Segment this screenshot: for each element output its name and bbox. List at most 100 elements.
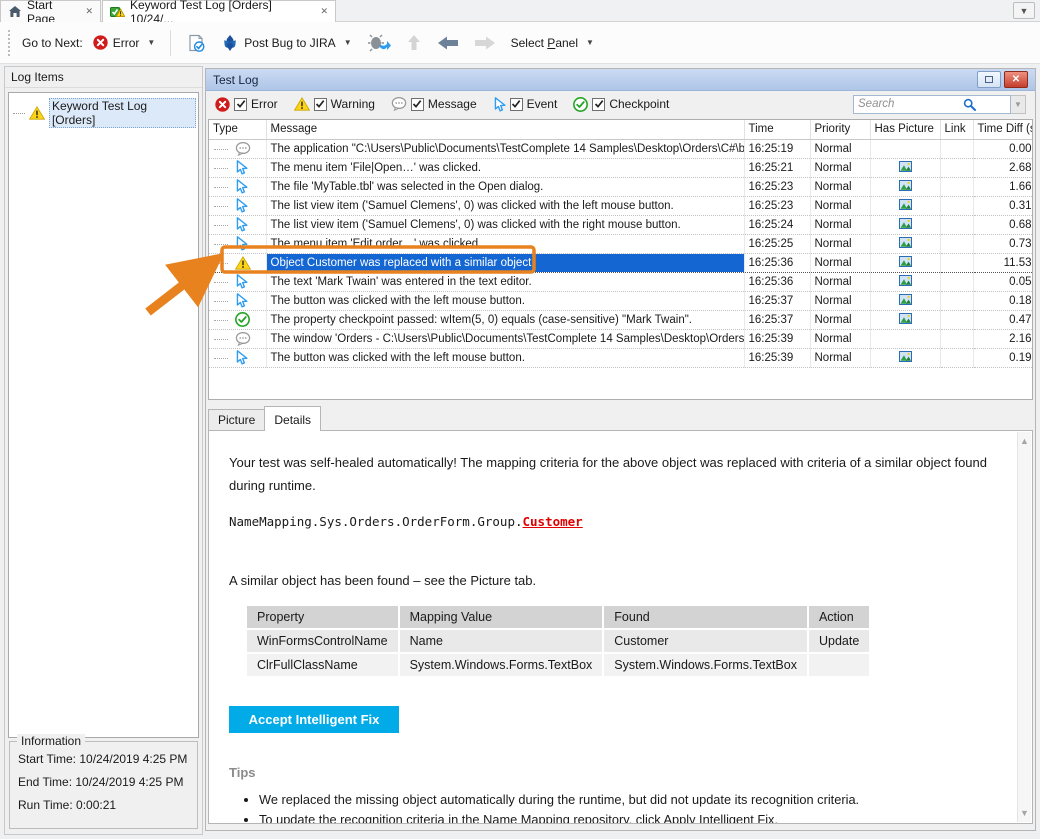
test-log-titlebar[interactable]: Test Log ✕ [206,69,1035,91]
log-row-haspicture [870,253,940,272]
log-row-time: 16:25:21 [744,158,810,177]
checklist-button[interactable] [181,30,211,56]
panel-close-button[interactable]: ✕ [1004,71,1028,88]
scroll-down-icon[interactable]: ▼ [1020,808,1029,818]
back-button[interactable] [432,32,464,54]
filter-message: Message [391,97,477,111]
tab-picture[interactable]: Picture [208,409,265,431]
log-row-priority: Normal [810,234,870,253]
checklist-icon [186,33,206,53]
scroll-up-icon[interactable]: ▲ [1020,436,1029,446]
checkbox-warning[interactable] [314,98,327,111]
log-row[interactable]: The application "C:\Users\Public\Documen… [209,139,1033,158]
log-row-link [940,177,973,196]
log-row[interactable]: The menu item 'Edit order…' was clicked.… [209,234,1033,253]
customer-object-link[interactable]: Customer [523,514,583,529]
close-icon[interactable]: ✕ [320,6,328,17]
log-row-link [940,329,973,348]
log-row-priority: Normal [810,139,870,158]
log-row-time: 16:25:36 [744,272,810,291]
event-icon [235,236,248,251]
toolbar-grip[interactable] [8,30,11,56]
details-scrollbar[interactable]: ▲ ▼ [1017,432,1031,822]
mapping-cell: WinFormsControlName [247,630,398,652]
close-icon[interactable]: ✕ [85,6,93,17]
log-row-timediff: 2.16 [973,329,1033,348]
picture-icon [899,220,912,232]
home-icon [8,5,22,18]
log-row-timediff: 0.73 [973,234,1033,253]
log-row[interactable]: The button was clicked with the left mou… [209,348,1033,367]
mapping-table: PropertyMapping ValueFoundAction WinForm… [245,604,871,678]
log-row-haspicture [870,310,940,329]
log-row[interactable]: The menu item 'File|Open…' was clicked.1… [209,158,1033,177]
log-row-timediff: 0.47 [973,310,1033,329]
log-row[interactable]: The window 'Orders - C:\Users\Public\Doc… [209,329,1033,348]
log-row[interactable]: Object Customer was replaced with a simi… [209,253,1033,272]
panel-restore-button[interactable] [977,71,1001,88]
testlog-icon [110,5,125,19]
search-dropdown-button[interactable]: ▼ [1011,95,1026,114]
log-row[interactable]: The list view item ('Samuel Clemens', 0)… [209,196,1033,215]
filter-label: Event [527,97,558,111]
forward-arrow-icon [474,35,496,51]
log-row-message: The button was clicked with the left mou… [266,291,744,310]
column-header-type[interactable]: Type [209,120,266,139]
log-row-haspicture [870,215,940,234]
column-header-time[interactable]: Time [744,120,810,139]
information-title: Information [17,734,85,748]
picture-icon [899,315,912,327]
picture-icon [899,277,912,289]
log-table-body: The application "C:\Users\Public\Documen… [209,139,1033,367]
log-row-priority: Normal [810,177,870,196]
rerun-bug-button[interactable] [362,31,396,55]
accept-intelligent-fix-button[interactable]: Accept Intelligent Fix [229,706,399,733]
checkbox-event[interactable] [510,98,523,111]
log-row-haspicture [870,158,940,177]
column-header-has-picture[interactable]: Has Picture [870,120,940,139]
tab-keyword-test-log[interactable]: Keyword Test Log [Orders] 10/24/... ✕ [102,0,336,22]
log-row[interactable]: The button was clicked with the left mou… [209,291,1033,310]
column-header-priority[interactable]: Priority [810,120,870,139]
log-row-message: The application "C:\Users\Public\Documen… [266,139,744,158]
checkbox-error[interactable] [234,98,247,111]
log-row-time: 16:25:39 [744,348,810,367]
log-row-link [940,310,973,329]
self-healed-paragraph: Your test was self-healed automatically!… [229,451,996,498]
tab-start-page[interactable]: Start Page ✕ [0,0,101,22]
select-panel-button[interactable]: Select Panel ▼ [506,33,599,53]
log-row-link [940,291,973,310]
log-row-timediff: 0.68 [973,215,1033,234]
column-header-message[interactable]: Message [266,120,744,139]
log-grid: TypeMessageTimePriorityHas PictureLinkTi… [208,119,1033,400]
log-row-message: The list view item ('Samuel Clemens', 0)… [266,196,744,215]
tree-item-label: Keyword Test Log [Orders] [49,98,196,128]
tree-item-keyword-test-log[interactable]: Keyword Test Log [Orders] [13,98,196,128]
log-row-type-cell [209,139,266,158]
post-bug-to-jira-button[interactable]: Post Bug to JIRA ▼ [216,31,356,55]
log-row[interactable]: The file 'MyTable.tbl' was selected in t… [209,177,1033,196]
log-row[interactable]: The list view item ('Samuel Clemens', 0)… [209,215,1033,234]
tab-details[interactable]: Details [264,406,321,431]
picture-icon [899,163,912,175]
log-row[interactable]: The property checkpoint passed: wItem(5,… [209,310,1033,329]
mapping-cell: Update [809,630,869,652]
forward-button[interactable] [469,32,501,54]
go-up-button[interactable] [401,31,427,55]
log-row-type-cell [209,158,266,177]
filter-label: Message [428,97,477,111]
column-header-time-diff-s-[interactable]: Time Diff (s... [973,120,1033,139]
column-header-link[interactable]: Link [940,120,973,139]
checkbox-message[interactable] [411,98,424,111]
mapping-cell: Customer [604,630,807,652]
mapping-cell [809,654,869,676]
warning-icon [294,97,310,111]
tip-item: To update the recognition criteria in th… [259,812,996,824]
log-row-timediff: 0.31 [973,196,1033,215]
end-time: End Time: 10/24/2019 4:25 PM [18,775,189,789]
tab-list-dropdown-button[interactable]: ▼ [1013,2,1035,19]
search-input[interactable]: Search [853,95,1011,114]
checkbox-checkpoint[interactable] [592,98,605,111]
go-to-next-error-button[interactable]: Error ▼ [88,32,161,53]
log-row[interactable]: The text 'Mark Twain' was entered in the… [209,272,1033,291]
